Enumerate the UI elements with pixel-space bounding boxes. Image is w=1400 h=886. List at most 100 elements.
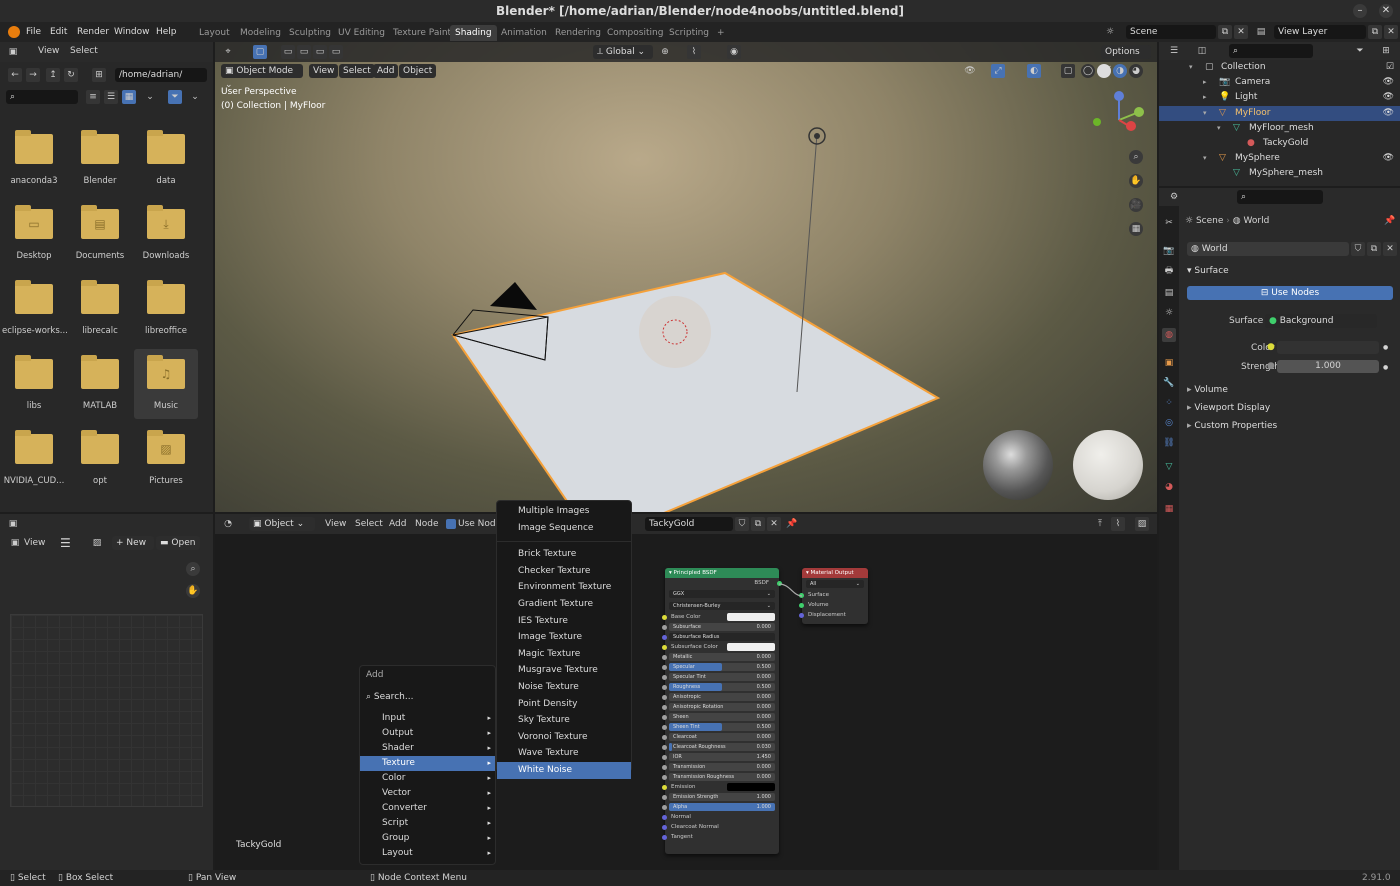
file-item[interactable]: MATLAB (68, 349, 132, 419)
object-tab-icon[interactable]: ▣ (1162, 356, 1176, 370)
strength-socket-icon[interactable]: ● (1267, 361, 1275, 371)
outliner-item[interactable]: ● TackyGold (1159, 136, 1400, 151)
color-swatch[interactable] (1277, 341, 1379, 354)
new-image-button[interactable]: + New (112, 536, 154, 550)
fb-menu-view[interactable]: View (38, 46, 59, 56)
fake-user-icon[interactable]: ⛉ (1351, 242, 1365, 256)
expand-icon[interactable]: ▸ (1203, 90, 1207, 105)
tool-tab-icon[interactable]: ✂ (1162, 216, 1176, 230)
topmenu-window[interactable]: Window (114, 25, 150, 39)
topmenu-help[interactable]: Help (156, 25, 177, 39)
tab-layout[interactable]: Layout (194, 25, 235, 41)
outliner-item[interactable]: ▸ 📷 Camera 👁 (1159, 75, 1400, 90)
use-nodes-button[interactable]: ⊟ Use Nodes (1187, 286, 1393, 300)
editor-type-icon[interactable]: ▣ (6, 517, 20, 531)
editor-type-icon[interactable]: ▣ (6, 45, 20, 59)
texture-item-brick-texture[interactable]: Brick Texture (497, 546, 631, 563)
hamburger-icon[interactable]: ☰ (60, 536, 71, 550)
image-browse-icon[interactable]: ▨ (90, 536, 104, 550)
file-item[interactable]: eclipse-works... (2, 274, 68, 344)
topmenu-render[interactable]: Render (77, 25, 109, 39)
file-item[interactable]: ▨ Pictures (134, 424, 198, 494)
pan-hand-icon[interactable]: ✋ (1129, 174, 1143, 188)
color-socket-icon[interactable]: ● (1267, 342, 1275, 352)
tab-texture-paint[interactable]: Texture Paint (388, 25, 456, 41)
properties-search-input[interactable]: ⌕ (1237, 190, 1323, 204)
texture-item-multiple-images[interactable]: Multiple Images (497, 503, 631, 520)
texture-item-environment-texture[interactable]: Environment Texture (497, 579, 631, 596)
eye-icon[interactable]: 👁 (1383, 106, 1394, 121)
props-section-volume[interactable]: ▸ Volume (1187, 381, 1393, 399)
render-tab-icon[interactable]: 📷 (1162, 244, 1176, 258)
image-canvas[interactable] (10, 614, 203, 807)
outliner-item[interactable]: ▾ ▽ MyFloor 👁 (1159, 105, 1400, 121)
chevron-down-icon[interactable]: ⌄ (143, 90, 157, 104)
zoom-icon[interactable]: ⌕ (186, 562, 200, 576)
add-menu-item-texture[interactable]: Texture ▸ (360, 756, 495, 771)
fb-menu-select[interactable]: Select (70, 46, 98, 56)
minimize-button[interactable]: – (1353, 4, 1367, 18)
texture-item-image-sequence[interactable]: Image Sequence (497, 520, 631, 537)
thumbnails-icon[interactable]: ▦ (122, 90, 136, 104)
props-section-custom-properties[interactable]: ▸ Custom Properties (1187, 417, 1393, 435)
refresh-icon[interactable]: ↻ (64, 68, 78, 82)
modifier-tab-icon[interactable]: 🔧 (1162, 376, 1176, 390)
scene-tab-icon[interactable]: ☼ (1162, 306, 1176, 320)
tab-rendering[interactable]: Rendering (550, 25, 606, 41)
outliner-item[interactable]: ▾ ▽ MySphere 👁 (1159, 151, 1400, 166)
texture-item-point-density[interactable]: Point Density (497, 696, 631, 713)
add-menu-item-script[interactable]: Script ▸ (360, 816, 495, 831)
constraints-tab-icon[interactable]: ⛓ (1162, 436, 1176, 450)
expand-icon[interactable]: ▾ (1217, 121, 1221, 136)
texture-item-ies-texture[interactable]: IES Texture (497, 613, 631, 630)
file-item[interactable]: ▭ Desktop (2, 199, 66, 269)
file-item[interactable]: ▤ Documents (68, 199, 132, 269)
tab-animation[interactable]: Animation (496, 25, 552, 41)
texture-item-sky-texture[interactable]: Sky Texture (497, 712, 631, 729)
file-item[interactable]: data (134, 124, 198, 194)
open-image-button[interactable]: ▬ Open (156, 536, 200, 550)
unlink-world-icon[interactable]: ✕ (1383, 242, 1397, 256)
tab-uv-editing[interactable]: UV Editing (333, 25, 390, 41)
tab-shading[interactable]: Shading (450, 25, 497, 41)
expand-icon[interactable]: ▾ (1203, 106, 1207, 121)
eye-icon[interactable]: 👁 (1383, 75, 1394, 90)
delete-scene-icon[interactable]: ✕ (1234, 25, 1248, 39)
view-icon[interactable]: ▣ (8, 536, 22, 550)
outliner-item[interactable]: ▾ ▢ Collection ☑ (1159, 60, 1400, 75)
ortho-grid-icon[interactable]: ▦ (1129, 222, 1143, 236)
physics-tab-icon[interactable]: ◎ (1162, 416, 1176, 430)
texture-item-noise-texture[interactable]: Noise Texture (497, 679, 631, 696)
outliner-item[interactable]: ▽ MySphere_mesh (1159, 166, 1400, 181)
back-icon[interactable]: ← (8, 68, 22, 82)
file-item[interactable]: NVIDIA_CUD... (2, 424, 66, 494)
outliner-search-input[interactable]: ⌕ (1229, 44, 1313, 58)
file-item[interactable]: librecalc (68, 274, 132, 344)
delete-view-layer-icon[interactable]: ✕ (1384, 25, 1398, 39)
color-keyframe-icon[interactable]: ● (1383, 344, 1388, 351)
display-mode-icon[interactable]: ◫ (1195, 44, 1209, 58)
texture-item-image-texture[interactable]: Image Texture (497, 629, 631, 646)
file-item[interactable]: anaconda3 (2, 124, 66, 194)
scene-icon[interactable]: ☼ (1103, 25, 1117, 39)
surface-shader-field[interactable]: ● Background (1265, 314, 1377, 328)
topmenu-file[interactable]: File (26, 25, 41, 39)
image-menu-view[interactable]: View (24, 538, 45, 548)
file-item[interactable]: ♫ Music (134, 349, 198, 419)
forward-icon[interactable]: → (26, 68, 40, 82)
props-section-viewport-display[interactable]: ▸ Viewport Display (1187, 399, 1393, 417)
viewport-3d[interactable]: ⌖ ▢ ▭ ▭ ▭ ▭ ⟂ Global ⌄ ⊕ ⌇ ◉ Options ⌄ ▣… (215, 42, 1157, 512)
add-menu-item-group[interactable]: Group ▸ (360, 831, 495, 846)
texture-tab-icon[interactable]: ▦ (1162, 502, 1176, 516)
blender-logo-icon[interactable] (8, 26, 20, 38)
strength-field[interactable]: 1.000 (1277, 360, 1379, 373)
data-tab-icon[interactable]: ▽ (1162, 460, 1176, 474)
texture-item-voronoi-texture[interactable]: Voronoi Texture (497, 729, 631, 746)
eye-icon[interactable]: ☑ (1386, 60, 1394, 75)
material-tab-icon[interactable]: ◕ (1162, 480, 1176, 494)
tab-modeling[interactable]: Modeling (235, 25, 286, 41)
filter-icon[interactable]: ⏷ (1353, 44, 1367, 58)
scene-field[interactable]: Scene (1126, 25, 1216, 39)
filter-options-icon[interactable]: ⌄ (188, 90, 202, 104)
file-search-input[interactable]: ⌕ (6, 90, 78, 104)
